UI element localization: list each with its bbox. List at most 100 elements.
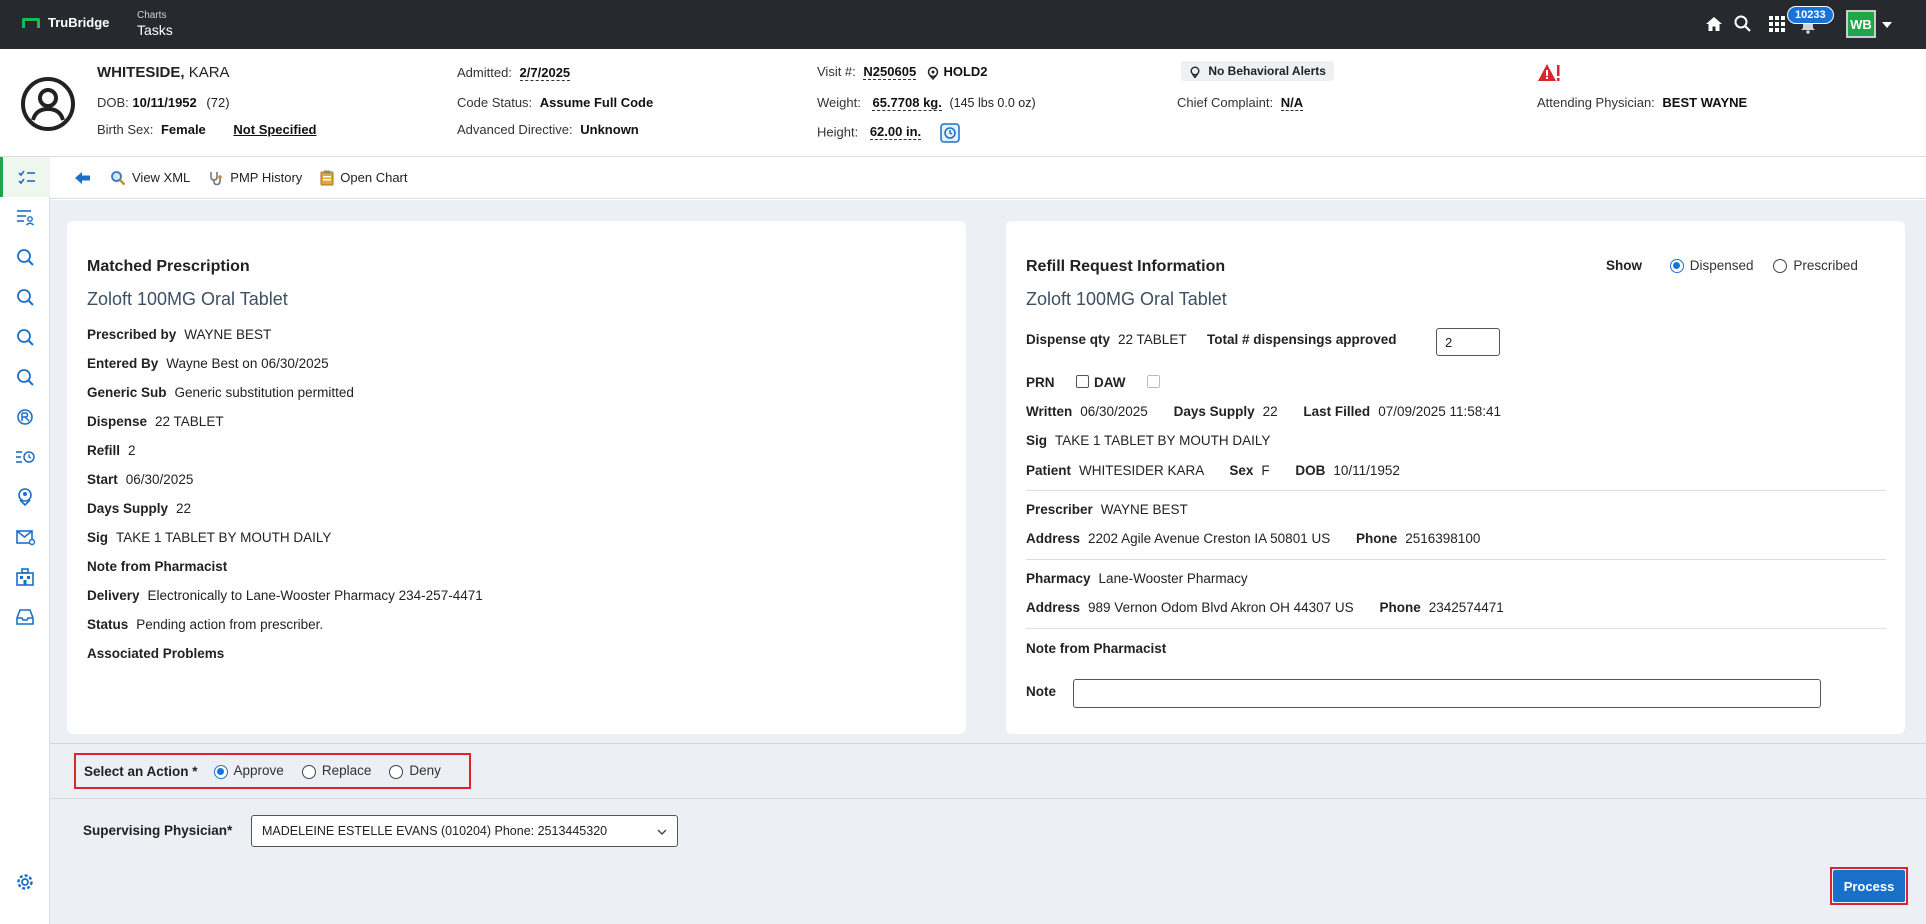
pharmacy-address-row: Address 989 Vernon Odom Blvd Akron OH 443… <box>1026 600 1504 615</box>
sidebar-item-patient-list[interactable] <box>0 197 50 237</box>
show-prescribed-radio[interactable]: Prescribed <box>1773 258 1858 274</box>
generic-sub-row: Generic Sub Generic substitution permitte… <box>87 385 354 400</box>
pmp-history-button[interactable]: PMP History <box>208 170 302 186</box>
replace-radio[interactable]: Replace <box>301 763 371 779</box>
sig-row: Sig TAKE 1 TABLET BY MOUTH DAILY <box>87 530 332 545</box>
logo-mark-icon <box>22 17 40 28</box>
inbox-icon <box>16 609 34 625</box>
note-input[interactable] <box>1073 679 1821 708</box>
pharmacy-row: Pharmacy Lane-Wooster Pharmacy <box>1026 571 1248 586</box>
refill-row: Refill 2 <box>87 443 136 458</box>
patient-age: (72) <box>206 95 230 110</box>
section-divider <box>50 743 1926 744</box>
sidebar-item-search-4[interactable] <box>0 357 50 397</box>
approve-radio[interactable]: Approve <box>213 763 284 779</box>
radio-unselected-icon <box>301 764 316 779</box>
deny-radio[interactable]: Deny <box>389 763 441 779</box>
gender-identity-link[interactable]: Not Specified <box>233 122 316 137</box>
sidebar-item-facility[interactable] <box>0 557 50 597</box>
sidebar-item-search-3[interactable] <box>0 317 50 357</box>
chevron-down-icon <box>657 829 667 835</box>
delivery-row: Delivery Electronically to Lane-Wooster P… <box>87 588 483 603</box>
left-sidebar <box>0 157 50 924</box>
start-row: Start 06/30/2025 <box>87 472 194 487</box>
daw-checkbox[interactable] <box>1147 374 1161 388</box>
associated-problems-row: Associated Problems <box>87 646 225 661</box>
magnifier-icon <box>111 170 126 185</box>
total-dispensings-label: Total # dispensings approved <box>1207 332 1397 347</box>
sidebar-item-messages[interactable] <box>0 517 50 557</box>
building-icon <box>16 568 34 586</box>
prescription-icon <box>17 409 33 425</box>
supervising-physician-select[interactable]: MADELEINE ESTELLE EVANS (010204) Phone: … <box>251 815 678 847</box>
section-divider <box>50 798 1926 799</box>
top-bar: TruBridge Charts Tasks 10233 WB <box>0 0 1926 49</box>
notification-badge[interactable]: 10233 <box>1787 6 1834 24</box>
total-dispensings-input[interactable]: 2 <box>1436 328 1500 356</box>
sidebar-item-history[interactable] <box>0 437 50 477</box>
prn-row: PRN <box>1026 374 1090 390</box>
growth-chart-icon[interactable] <box>939 122 961 144</box>
allergy-alert-icon[interactable] <box>1537 62 1561 84</box>
patient-dob: DOB: 10/11/1952 (72) <box>97 95 230 110</box>
matched-drug-name: Zoloft 100MG Oral Tablet <box>87 289 288 309</box>
search-icon <box>17 249 34 266</box>
patient-avatar-icon <box>21 77 75 131</box>
weight-alt: (145 lbs 0.0 oz) <box>949 96 1036 110</box>
divider <box>1026 490 1886 491</box>
apps-grid-icon[interactable] <box>1766 13 1788 35</box>
sidebar-item-prescriptions[interactable] <box>0 397 50 437</box>
location-pin-icon <box>927 66 939 80</box>
sidebar-item-search-1[interactable] <box>0 237 50 277</box>
sidebar-item-tasks[interactable] <box>0 157 50 197</box>
visit-number[interactable]: N250605 <box>863 64 917 80</box>
home-icon[interactable] <box>1703 13 1725 35</box>
trubridge-logo[interactable]: TruBridge <box>22 15 109 30</box>
sidebar-item-inbox[interactable] <box>0 597 50 637</box>
breadcrumb[interactable]: Charts Tasks <box>137 10 173 38</box>
prn-checkbox[interactable] <box>1076 374 1090 388</box>
refill-request-card: Refill Request Information Show Dispense… <box>1006 221 1905 734</box>
view-xml-button[interactable]: View XML <box>110 170 190 186</box>
dispense-row: Dispense 22 TABLET <box>87 414 224 429</box>
show-dispensed-radio[interactable]: Dispensed <box>1669 258 1758 274</box>
open-chart-button[interactable]: Open Chart <box>320 170 408 186</box>
divider <box>1026 628 1886 629</box>
chief-complaint-field: Chief Complaint: N/A <box>1177 95 1304 111</box>
user-menu-chevron-down-icon[interactable] <box>1882 22 1892 28</box>
matched-prescription-card: Matched Prescription Zoloft 100MG Oral T… <box>67 221 966 734</box>
note-label-row: Note <box>1026 684 1056 699</box>
height-value[interactable]: 62.00 in. <box>869 124 922 141</box>
search-icon <box>17 329 34 346</box>
patient-birth-sex: Birth Sex: Female Not Specified <box>97 122 317 137</box>
weight-value[interactable]: 65.7708 kg. <box>872 95 942 111</box>
process-button[interactable]: Process <box>1833 870 1905 902</box>
back-arrow-icon[interactable] <box>74 171 92 185</box>
admitted-field: Admitted: 2/7/2025 <box>457 65 571 81</box>
process-button-highlight: Process <box>1830 867 1908 905</box>
breadcrumb-current: Tasks <box>137 22 173 38</box>
sidebar-item-search-2[interactable] <box>0 277 50 317</box>
breadcrumb-parent: Charts <box>137 10 167 21</box>
sidebar-item-settings[interactable] <box>0 862 50 902</box>
refill-drug-name: Zoloft 100MG Oral Tablet <box>1026 289 1227 309</box>
radio-selected-icon <box>213 764 228 779</box>
search-icon[interactable] <box>1732 13 1754 35</box>
clipboard-icon <box>320 170 334 185</box>
weight-field: Weight: 65.7708 kg. (145 lbs 0.0 oz) <box>817 95 1036 111</box>
supervising-physician-label: Supervising Physician* <box>83 823 233 838</box>
main-content: Matched Prescription Zoloft 100MG Oral T… <box>50 200 1926 924</box>
attending-physician-field: Attending Physician: BEST WAYNE <box>1537 95 1748 110</box>
admitted-date[interactable]: 2/7/2025 <box>519 65 571 81</box>
dispense-qty-row: Dispense qty 22 TABLET <box>1026 332 1187 347</box>
sidebar-item-location[interactable] <box>0 477 50 517</box>
refill-request-title: Refill Request Information <box>1026 258 1226 275</box>
chief-complaint-value[interactable]: N/A <box>1280 95 1304 111</box>
user-avatar[interactable]: WB <box>1846 10 1876 38</box>
prescriber-address-row: Address 2202 Agile Avenue Creston IA 5080… <box>1026 531 1481 546</box>
radio-selected-icon <box>1669 259 1684 274</box>
behavioral-alerts-chip[interactable]: No Behavioral Alerts <box>1181 61 1334 81</box>
status-row: Status Pending action from prescriber. <box>87 617 324 632</box>
search-icon <box>17 289 34 306</box>
history-list-icon <box>16 451 35 463</box>
